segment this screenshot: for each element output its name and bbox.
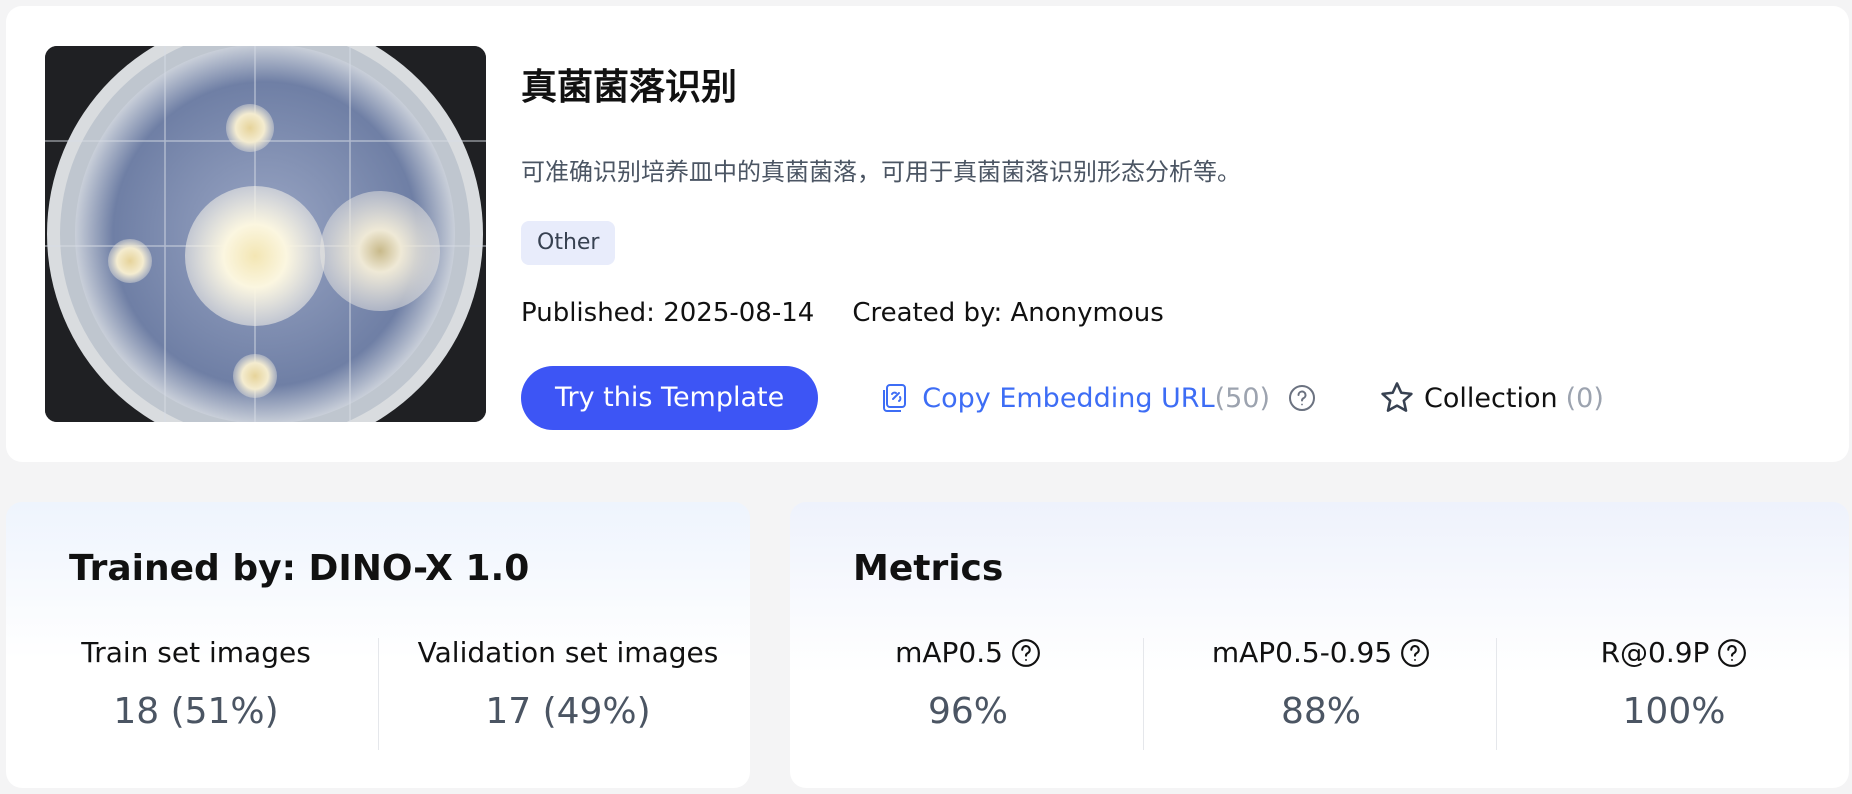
metric-label: R@0.9P xyxy=(1516,636,1832,669)
validation-set-label: Validation set images xyxy=(417,636,719,669)
stat-divider xyxy=(378,638,379,750)
validation-set-value: 17 (49%) xyxy=(485,691,651,732)
metric-map50-95: mAP0.5-0.95 88% xyxy=(1163,636,1479,732)
collection-count: (0) xyxy=(1565,382,1604,414)
metric-label: mAP0.5-0.95 xyxy=(1163,636,1479,669)
metric-map50: mAP0.5 96% xyxy=(810,636,1126,732)
metric-value: 100% xyxy=(1622,691,1726,732)
collection-button[interactable]: Collection (0) xyxy=(1378,379,1604,417)
created-by: Created by: Anonymous xyxy=(852,298,1164,328)
metric-name: mAP0.5-0.95 xyxy=(1211,636,1393,669)
metrics-title: Metrics xyxy=(853,548,1004,589)
metric-value: 88% xyxy=(1280,691,1361,732)
trained-by-card: Trained by: DINO-X 1.0 Train set images … xyxy=(6,502,750,788)
copy-embedding-url-button[interactable]: Copy Embedding URL (50) xyxy=(880,383,1316,414)
metric-divider xyxy=(1496,638,1497,750)
metric-name: R@0.9P xyxy=(1600,636,1710,669)
published-date: Published: 2025-08-14 xyxy=(521,298,815,328)
metric-name: mAP0.5 xyxy=(895,636,1003,669)
question-circle-icon[interactable] xyxy=(1717,638,1747,668)
template-meta: Published: 2025-08-14 Created by: Anonymo… xyxy=(521,298,1164,328)
train-set-label: Train set images xyxy=(81,636,311,669)
train-set-stat: Train set images 18 (51%) xyxy=(46,636,346,732)
collection-label: Collection xyxy=(1424,382,1558,414)
template-description: 可准确识别培养皿中的真菌菌落，可用于真菌菌落识别形态分析等。 xyxy=(521,158,1241,186)
metric-r09p: R@0.9P 100% xyxy=(1516,636,1832,732)
template-thumbnail xyxy=(45,46,486,422)
train-set-value: 18 (51%) xyxy=(113,691,279,732)
validation-set-stat: Validation set images 17 (49%) xyxy=(398,636,738,732)
metrics-card: Metrics mAP0.5 96% mAP0.5-0.95 88% R@0.9… xyxy=(790,502,1849,788)
template-title: 真菌菌落识别 xyxy=(521,67,738,108)
copy-count: (50) xyxy=(1214,382,1271,414)
question-circle-icon[interactable] xyxy=(1288,384,1316,412)
action-bar: Try this Template Copy Embedding URL (50… xyxy=(521,366,1604,430)
try-template-button[interactable]: Try this Template xyxy=(521,366,819,430)
star-outline-icon xyxy=(1378,379,1416,417)
metric-label: mAP0.5 xyxy=(810,636,1126,669)
metric-divider xyxy=(1143,638,1144,750)
question-circle-icon[interactable] xyxy=(1011,638,1041,668)
category-tag[interactable]: Other xyxy=(521,221,616,265)
question-circle-icon[interactable] xyxy=(1400,638,1430,668)
copy-embedding-url-label: Copy Embedding URL xyxy=(922,382,1215,414)
trained-by-title: Trained by: DINO-X 1.0 xyxy=(69,548,530,589)
copy-link-icon xyxy=(880,383,908,413)
template-header-card: 真菌菌落识别 可准确识别培养皿中的真菌菌落，可用于真菌菌落识别形态分析等。 Ot… xyxy=(6,6,1849,462)
metric-value: 96% xyxy=(927,691,1008,732)
